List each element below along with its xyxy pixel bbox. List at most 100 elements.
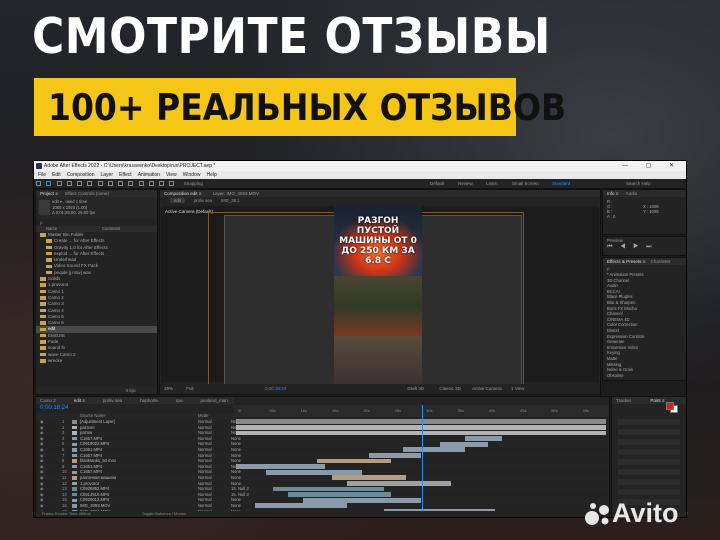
tab-paint[interactable]: Paint ≡ — [650, 398, 664, 403]
playhead[interactable] — [422, 405, 423, 517]
layer-bar[interactable] — [236, 419, 606, 425]
project-search-input[interactable]: ρ — [36, 219, 157, 226]
layer-bar[interactable] — [302, 497, 421, 503]
layer-bar[interactable] — [347, 480, 451, 486]
text-tool-icon[interactable] — [128, 181, 134, 187]
breadcrumb-item[interactable]: edit — [170, 198, 185, 203]
layer-color-swatch[interactable] — [72, 448, 77, 452]
tab-info[interactable]: Info ≡ — [607, 191, 618, 196]
pan-tool-icon[interactable] — [97, 181, 103, 187]
layer-bar[interactable] — [317, 458, 392, 464]
layer-color-swatch[interactable] — [72, 470, 77, 475]
col-comment[interactable]: Comment — [102, 226, 120, 232]
pen-tool-icon[interactable] — [118, 181, 124, 187]
layer-bar[interactable] — [273, 486, 384, 492]
layer-bar[interactable] — [254, 503, 347, 509]
layer-color-swatch[interactable] — [72, 425, 77, 430]
zoom-tool-icon[interactable] — [66, 181, 72, 187]
layer-color-swatch[interactable] — [72, 453, 77, 458]
zoom-select[interactable]: 29% — [164, 386, 173, 391]
timeline-tab[interactable]: Camo 2 — [40, 398, 56, 403]
paint-controls[interactable] — [618, 419, 680, 509]
workspace-default[interactable]: Default — [430, 179, 444, 189]
menu-item[interactable]: Effect — [119, 172, 132, 178]
layer-bar[interactable] — [287, 492, 392, 497]
tab-tracker[interactable]: Tracker — [616, 398, 631, 403]
tab-composition[interactable]: Composition edit ≡ — [164, 191, 201, 196]
tab-layer[interactable]: Layer: IMG_3093.MOV — [213, 191, 259, 196]
view-mode[interactable]: Classic 3D — [439, 386, 461, 391]
breadcrumb-item[interactable]: IMG_39.1 — [221, 198, 239, 203]
layer-color-swatch[interactable] — [72, 431, 77, 435]
home-tool-icon[interactable] — [36, 181, 41, 187]
tab-effects[interactable]: Effects & Presets ≡ — [607, 259, 645, 264]
puppet-tool-icon[interactable] — [169, 181, 175, 187]
menu-item[interactable]: Window — [183, 172, 201, 178]
timeline-tab[interactable]: proliv sea — [103, 398, 122, 403]
layer-bar[interactable] — [236, 424, 606, 430]
views-select[interactable]: 1 View — [511, 386, 524, 391]
tab-project[interactable]: Project ≡ — [40, 191, 58, 196]
project-item[interactable]: wrecke — [36, 358, 157, 364]
layer-bar[interactable] — [332, 475, 407, 481]
timeline-tab[interactable]: edit ≡ — [74, 398, 85, 403]
layer-bar[interactable] — [265, 469, 362, 475]
workspace-standard[interactable]: Standard — [552, 179, 570, 189]
preview-controls[interactable]: ⏮ ◀ ▶ ⏭ — [603, 244, 686, 251]
foreground-color-swatch[interactable] — [666, 402, 674, 410]
menu-item[interactable]: Composition — [67, 172, 95, 178]
timeline-timecode[interactable]: 0;00;18;24 — [40, 405, 68, 411]
camera-tool-icon[interactable] — [87, 181, 93, 187]
menu-item[interactable]: File — [38, 172, 46, 178]
breadcrumb-item[interactable]: proliv sea — [194, 198, 212, 203]
layer-color-swatch[interactable] — [72, 492, 77, 497]
layer-bar[interactable] — [236, 430, 606, 436]
menu-item[interactable]: Help — [206, 172, 216, 178]
timeline-tab[interactable]: pooland_man — [200, 398, 227, 403]
layer-color-swatch[interactable] — [72, 504, 77, 508]
menu-item[interactable]: Animation — [138, 172, 160, 178]
preview-label[interactable]: Preview — [603, 237, 686, 244]
brush-tool-icon[interactable] — [138, 181, 144, 187]
effect-category[interactable]: Obsolete — [603, 373, 686, 379]
tab-audio[interactable]: Audio — [626, 191, 638, 196]
snapping-label[interactable]: Snapping — [184, 181, 203, 186]
layer-color-swatch[interactable] — [72, 464, 77, 469]
layer-color-swatch[interactable] — [72, 481, 77, 486]
layer-bar[interactable] — [439, 441, 488, 447]
comp-viewer[interactable]: Active Camera (Default) РАЗГОН ПУСТОЙ МА… — [161, 206, 599, 388]
menu-item[interactable]: Layer — [100, 172, 113, 178]
timeline-tab[interactable]: hapborte — [140, 398, 158, 403]
resolution-select[interactable]: Full — [186, 386, 193, 391]
clone-tool-icon[interactable] — [148, 181, 154, 187]
camera-select[interactable]: Active Camera — [472, 386, 502, 391]
tab-effect-controls[interactable]: Effect Controls (none) — [65, 191, 109, 196]
layer-bar[interactable] — [369, 452, 421, 458]
menu-item[interactable]: Edit — [52, 172, 61, 178]
menu-item[interactable]: View — [166, 172, 177, 178]
viewer-timecode[interactable]: 0;00;18;24 — [265, 386, 286, 391]
timeline-tab[interactable]: rpo — [176, 398, 183, 403]
layer-color-swatch[interactable] — [72, 420, 77, 424]
tab-character[interactable]: Character — [651, 259, 671, 264]
layer-bar[interactable] — [402, 447, 466, 453]
workspace-small-screen[interactable]: Small Screen — [512, 179, 539, 189]
selection-tool-icon[interactable] — [46, 181, 52, 187]
layer-color-swatch[interactable] — [72, 459, 77, 463]
renderer-select[interactable]: Draft 3D — [407, 386, 424, 391]
toggle-switches[interactable]: Toggle Switches / Modes — [142, 511, 186, 516]
rect-tool-icon[interactable] — [107, 181, 113, 187]
layer-bar[interactable] — [465, 436, 503, 441]
col-name[interactable]: Name — [46, 226, 57, 232]
workspace-learn[interactable]: Learn — [486, 179, 498, 189]
layer-bar[interactable] — [236, 464, 325, 469]
layer-color-swatch[interactable] — [72, 442, 77, 447]
layer-color-swatch[interactable] — [72, 476, 77, 480]
layer-color-swatch[interactable] — [72, 436, 77, 441]
workspace-review[interactable]: Review — [458, 179, 473, 189]
search-help[interactable]: Search Help — [626, 179, 651, 189]
layer-color-swatch[interactable] — [72, 498, 77, 503]
layer-color-swatch[interactable] — [72, 487, 77, 491]
window-controls[interactable]: — ▢ ✕ — [622, 161, 682, 171]
hand-tool-icon[interactable] — [56, 181, 62, 187]
